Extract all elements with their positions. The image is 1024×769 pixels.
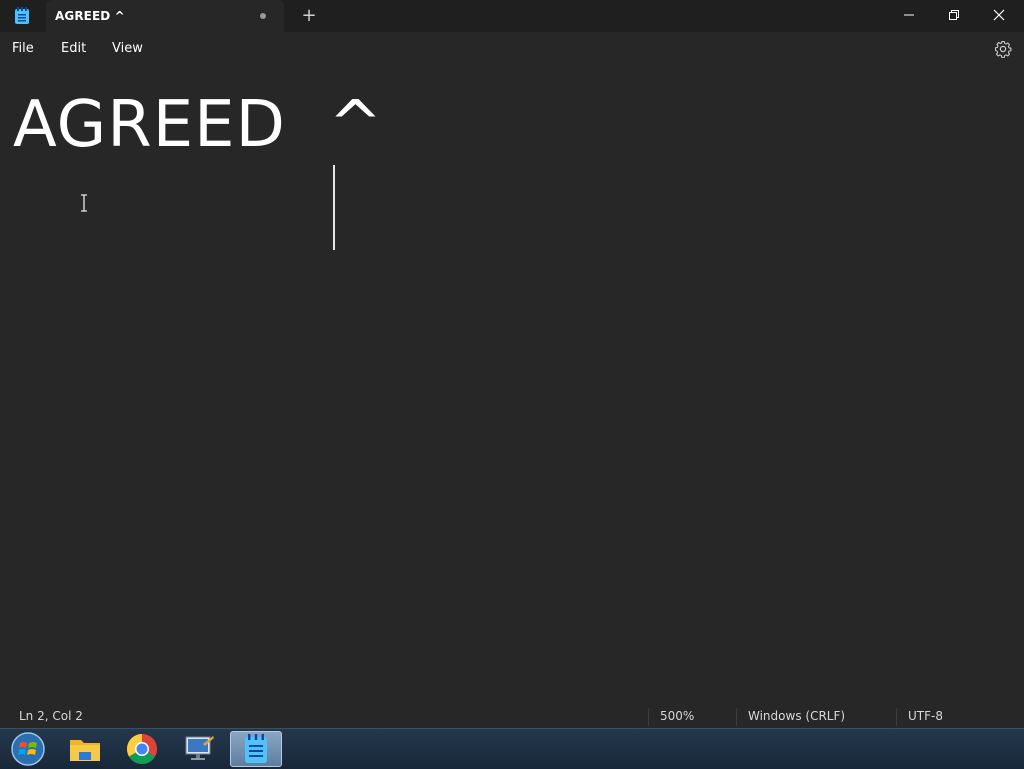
start-orb-icon: [11, 732, 45, 766]
menu-view[interactable]: View: [112, 41, 143, 56]
taskbar-remote-desktop[interactable]: [173, 731, 225, 767]
editor-line-1: AGREED ^: [13, 88, 384, 162]
minimize-icon: [904, 14, 914, 16]
maximize-button[interactable]: [931, 0, 977, 30]
start-button[interactable]: [2, 731, 54, 767]
text-caret: [333, 165, 335, 250]
settings-button[interactable]: [994, 40, 1012, 58]
taskbar-chrome[interactable]: [116, 731, 168, 767]
ibeam-cursor-icon: [79, 194, 89, 212]
encoding: UTF-8: [908, 709, 943, 723]
close-icon: [993, 9, 1005, 21]
remote-desktop-icon: [185, 736, 214, 760]
line-ending: Windows (CRLF): [748, 709, 846, 723]
plus-icon: +: [301, 5, 317, 26]
minimize-button[interactable]: [886, 0, 932, 30]
document-tab[interactable]: AGREED ^: [46, 0, 284, 32]
title-bar: AGREED ^ +: [0, 0, 1024, 32]
restore-icon: [949, 10, 959, 20]
status-bar: Ln 2, Col 2 500% Windows (CRLF) UTF-8: [0, 706, 1024, 728]
status-divider: [896, 708, 897, 726]
close-button[interactable]: [976, 0, 1022, 30]
gear-icon: [994, 40, 1012, 58]
chrome-icon: [126, 734, 158, 765]
notepad-icon: [245, 734, 267, 763]
zoom-level: 500%: [660, 709, 695, 723]
status-divider: [736, 708, 737, 726]
taskbar: [0, 728, 1024, 769]
menu-bar: File Edit View: [0, 32, 1024, 66]
menu-edit[interactable]: Edit: [61, 41, 86, 56]
taskbar-notepad[interactable]: [230, 731, 282, 767]
menu-file[interactable]: File: [12, 41, 34, 56]
notepad-app-icon: [14, 7, 30, 25]
text-editor[interactable]: AGREED ^: [0, 66, 1024, 706]
new-tab-button[interactable]: +: [298, 4, 320, 28]
status-divider: [648, 708, 649, 726]
file-explorer-icon: [70, 740, 100, 761]
taskbar-file-explorer[interactable]: [59, 731, 111, 767]
unsaved-indicator-icon[interactable]: [260, 13, 266, 19]
cursor-position: Ln 2, Col 2: [19, 709, 83, 723]
tab-title: AGREED ^: [55, 9, 125, 23]
